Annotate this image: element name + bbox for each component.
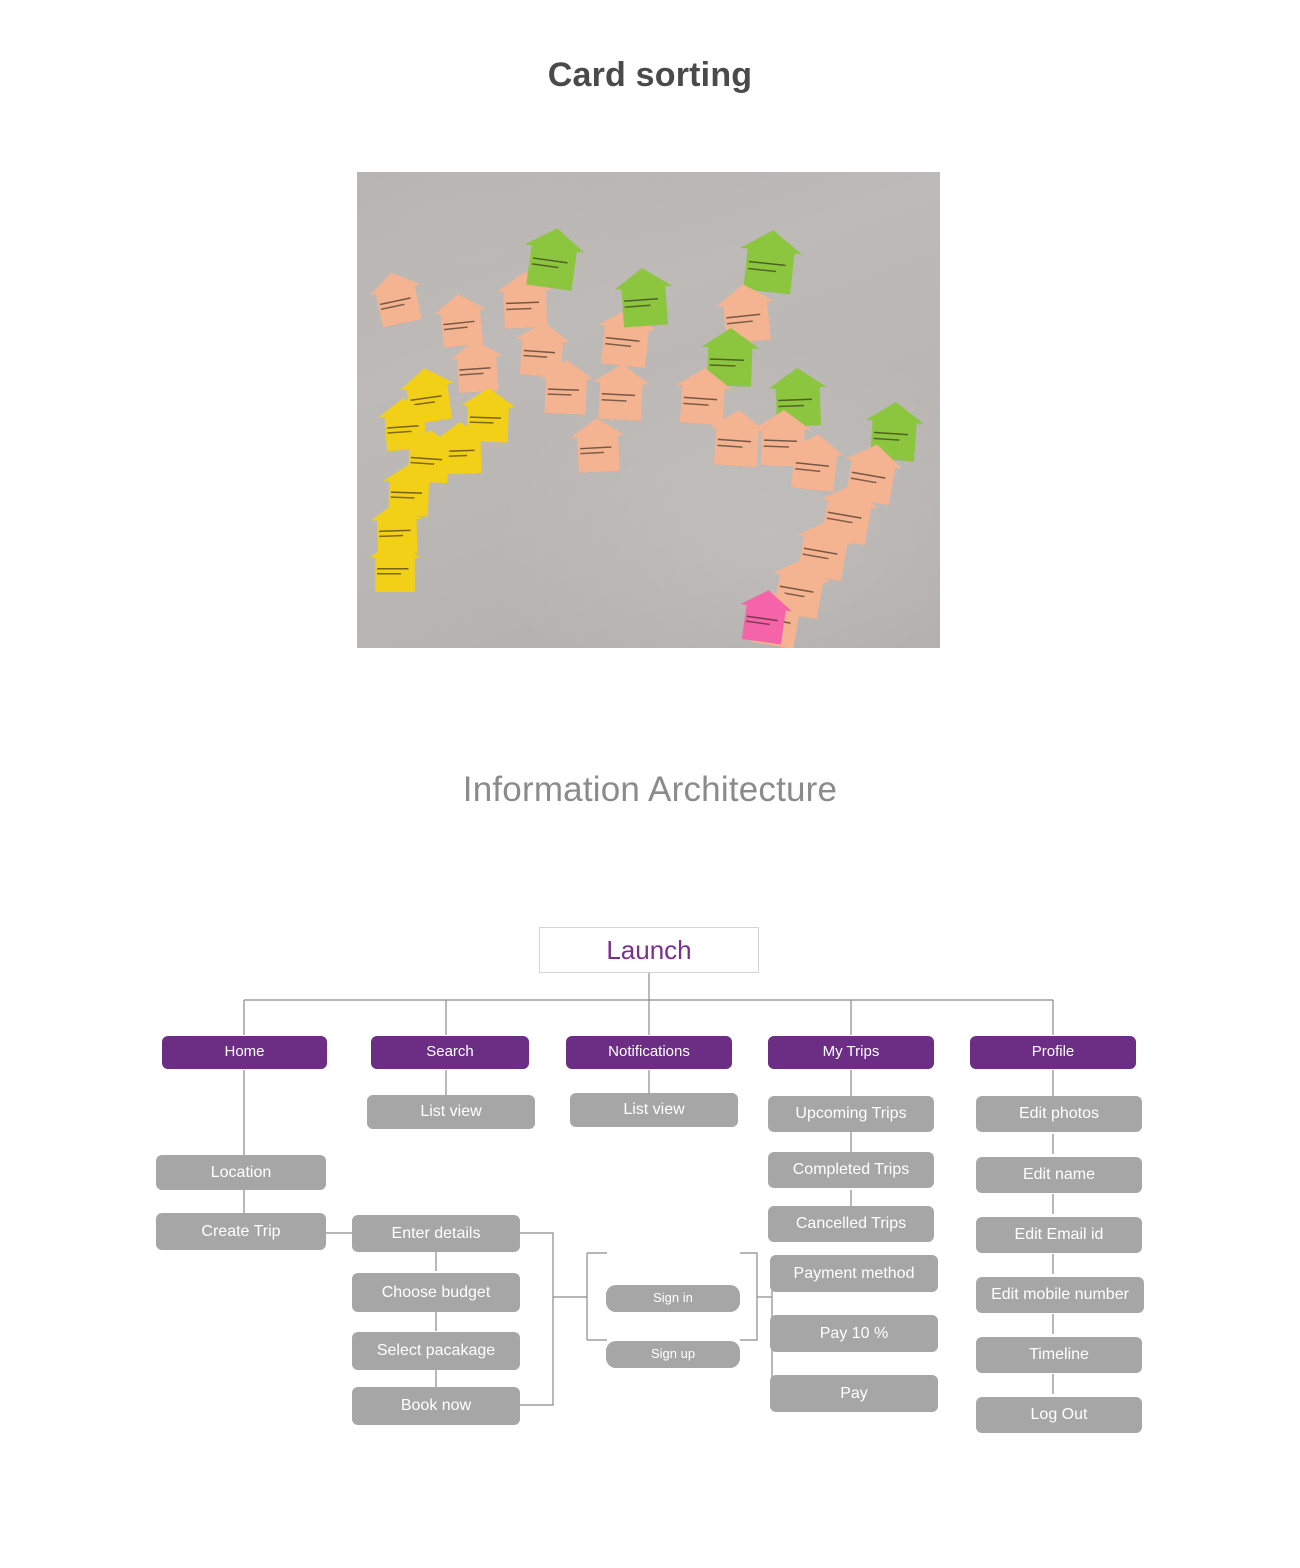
- node-label: Location: [210, 1163, 272, 1181]
- node-label: Timeline: [1029, 1346, 1089, 1364]
- node-pay[interactable]: Pay: [770, 1375, 938, 1412]
- sticky-note-handwriting: [379, 294, 414, 314]
- sticky-note-handwriting: [387, 422, 421, 438]
- sticky-note-handwriting: [605, 334, 643, 353]
- node-my-trips[interactable]: My Trips: [768, 1036, 934, 1069]
- node-sign-in[interactable]: Sign in: [606, 1285, 740, 1312]
- node-label: Enter details: [391, 1224, 481, 1242]
- node-label: Completed Trips: [792, 1161, 910, 1179]
- sticky-note-handwriting: [379, 526, 413, 541]
- node-label: Pay 10 %: [819, 1324, 889, 1342]
- node-label: Sign up: [650, 1346, 696, 1362]
- node-launch[interactable]: Launch: [539, 927, 759, 973]
- node-label: Edit photos: [1018, 1105, 1100, 1123]
- sticky-note-handwriting: [717, 436, 754, 453]
- sticky-note-handwriting: [747, 258, 788, 278]
- node-label: Pay: [840, 1384, 868, 1402]
- sticky-note-handwriting: [710, 355, 748, 371]
- node-label: Upcoming Trips: [795, 1105, 907, 1123]
- sticky-note-handwriting: [795, 459, 832, 477]
- sticky-note-handwriting: [523, 347, 558, 363]
- sticky-note-handwriting: [391, 488, 425, 503]
- sticky-note-handwriting: [547, 385, 582, 400]
- node-label: Edit mobile number: [991, 1286, 1129, 1304]
- node-label: Sign in: [653, 1290, 693, 1306]
- node-label: My Trips: [822, 1043, 880, 1061]
- node-label: Cancelled Trips: [795, 1215, 907, 1233]
- sticky-note-handwriting: [850, 468, 889, 489]
- node-payment-method[interactable]: Payment method: [770, 1255, 938, 1292]
- node-upcoming-trips[interactable]: Upcoming Trips: [768, 1096, 934, 1132]
- node-location[interactable]: Location: [156, 1155, 326, 1190]
- sticky-note-handwriting: [410, 454, 444, 470]
- node-edit-photos[interactable]: Edit photos: [976, 1096, 1142, 1132]
- node-label: Select pacakage: [376, 1342, 496, 1360]
- node-label: Notifications: [608, 1043, 690, 1061]
- sticky-note-handwriting: [624, 295, 662, 313]
- node-completed-trips[interactable]: Completed Trips: [768, 1152, 934, 1188]
- node-search[interactable]: Search: [371, 1036, 529, 1069]
- node-edit-mobile-number[interactable]: Edit mobile number: [976, 1277, 1144, 1313]
- node-select-pacakage[interactable]: Select pacakage: [352, 1332, 520, 1370]
- node-book-now[interactable]: Book now: [352, 1387, 520, 1425]
- node-cancelled-trips[interactable]: Cancelled Trips: [768, 1206, 934, 1242]
- node-search-list-view[interactable]: List view: [367, 1095, 535, 1129]
- node-label: Launch: [606, 934, 692, 965]
- sticky-note-handwriting: [531, 254, 571, 275]
- node-home[interactable]: Home: [162, 1036, 327, 1069]
- node-label: Book now: [400, 1397, 472, 1415]
- node-label: Search: [426, 1043, 474, 1061]
- node-label: Edit Email id: [1014, 1226, 1104, 1244]
- sticky-note-handwriting: [377, 564, 411, 579]
- node-edit-name[interactable]: Edit name: [976, 1157, 1142, 1193]
- node-pay-10-percent[interactable]: Pay 10 %: [770, 1315, 938, 1352]
- node-label: Profile: [1031, 1043, 1075, 1061]
- node-create-trip[interactable]: Create Trip: [156, 1213, 326, 1250]
- sticky-note-handwriting: [469, 413, 504, 428]
- card-sorting-photo: [357, 172, 940, 648]
- node-label: Log Out: [1030, 1406, 1088, 1424]
- sticky-note-handwriting: [601, 390, 638, 406]
- node-timeline[interactable]: Timeline: [976, 1337, 1142, 1373]
- sticky-note-handwriting: [873, 428, 911, 446]
- sticky-note-handwriting: [683, 394, 720, 411]
- node-label: List view: [623, 1101, 685, 1119]
- node-notifications[interactable]: Notifications: [566, 1036, 732, 1069]
- node-label: Edit name: [1022, 1166, 1096, 1184]
- sticky-note-handwriting: [459, 364, 493, 380]
- node-profile[interactable]: Profile: [970, 1036, 1136, 1069]
- information-architecture-diagram: Launch Home Search Notifications My Trip…: [0, 880, 1300, 1480]
- sticky-note-handwriting: [580, 443, 615, 459]
- node-label: Home: [224, 1043, 265, 1061]
- node-log-out[interactable]: Log Out: [976, 1397, 1142, 1433]
- sticky-note-handwriting: [443, 317, 477, 334]
- node-sign-up[interactable]: Sign up: [606, 1341, 740, 1368]
- node-label: Create Trip: [201, 1222, 281, 1240]
- node-notifications-list-view[interactable]: List view: [570, 1093, 738, 1127]
- node-label: List view: [420, 1103, 482, 1121]
- sticky-note-handwriting: [746, 613, 781, 631]
- node-label: Payment method: [793, 1264, 915, 1282]
- sticky-note-handwriting: [778, 395, 816, 411]
- node-label: Choose budget: [381, 1283, 491, 1301]
- sticky-note-handwriting: [726, 310, 764, 329]
- sticky-note-handwriting: [506, 298, 542, 314]
- node-choose-budget[interactable]: Choose budget: [352, 1273, 520, 1312]
- node-enter-details[interactable]: Enter details: [352, 1215, 520, 1252]
- page-title-information-architecture: Information Architecture: [462, 770, 838, 809]
- node-edit-email-id[interactable]: Edit Email id: [976, 1217, 1142, 1253]
- page-title-card-sorting: Card sorting: [547, 56, 753, 94]
